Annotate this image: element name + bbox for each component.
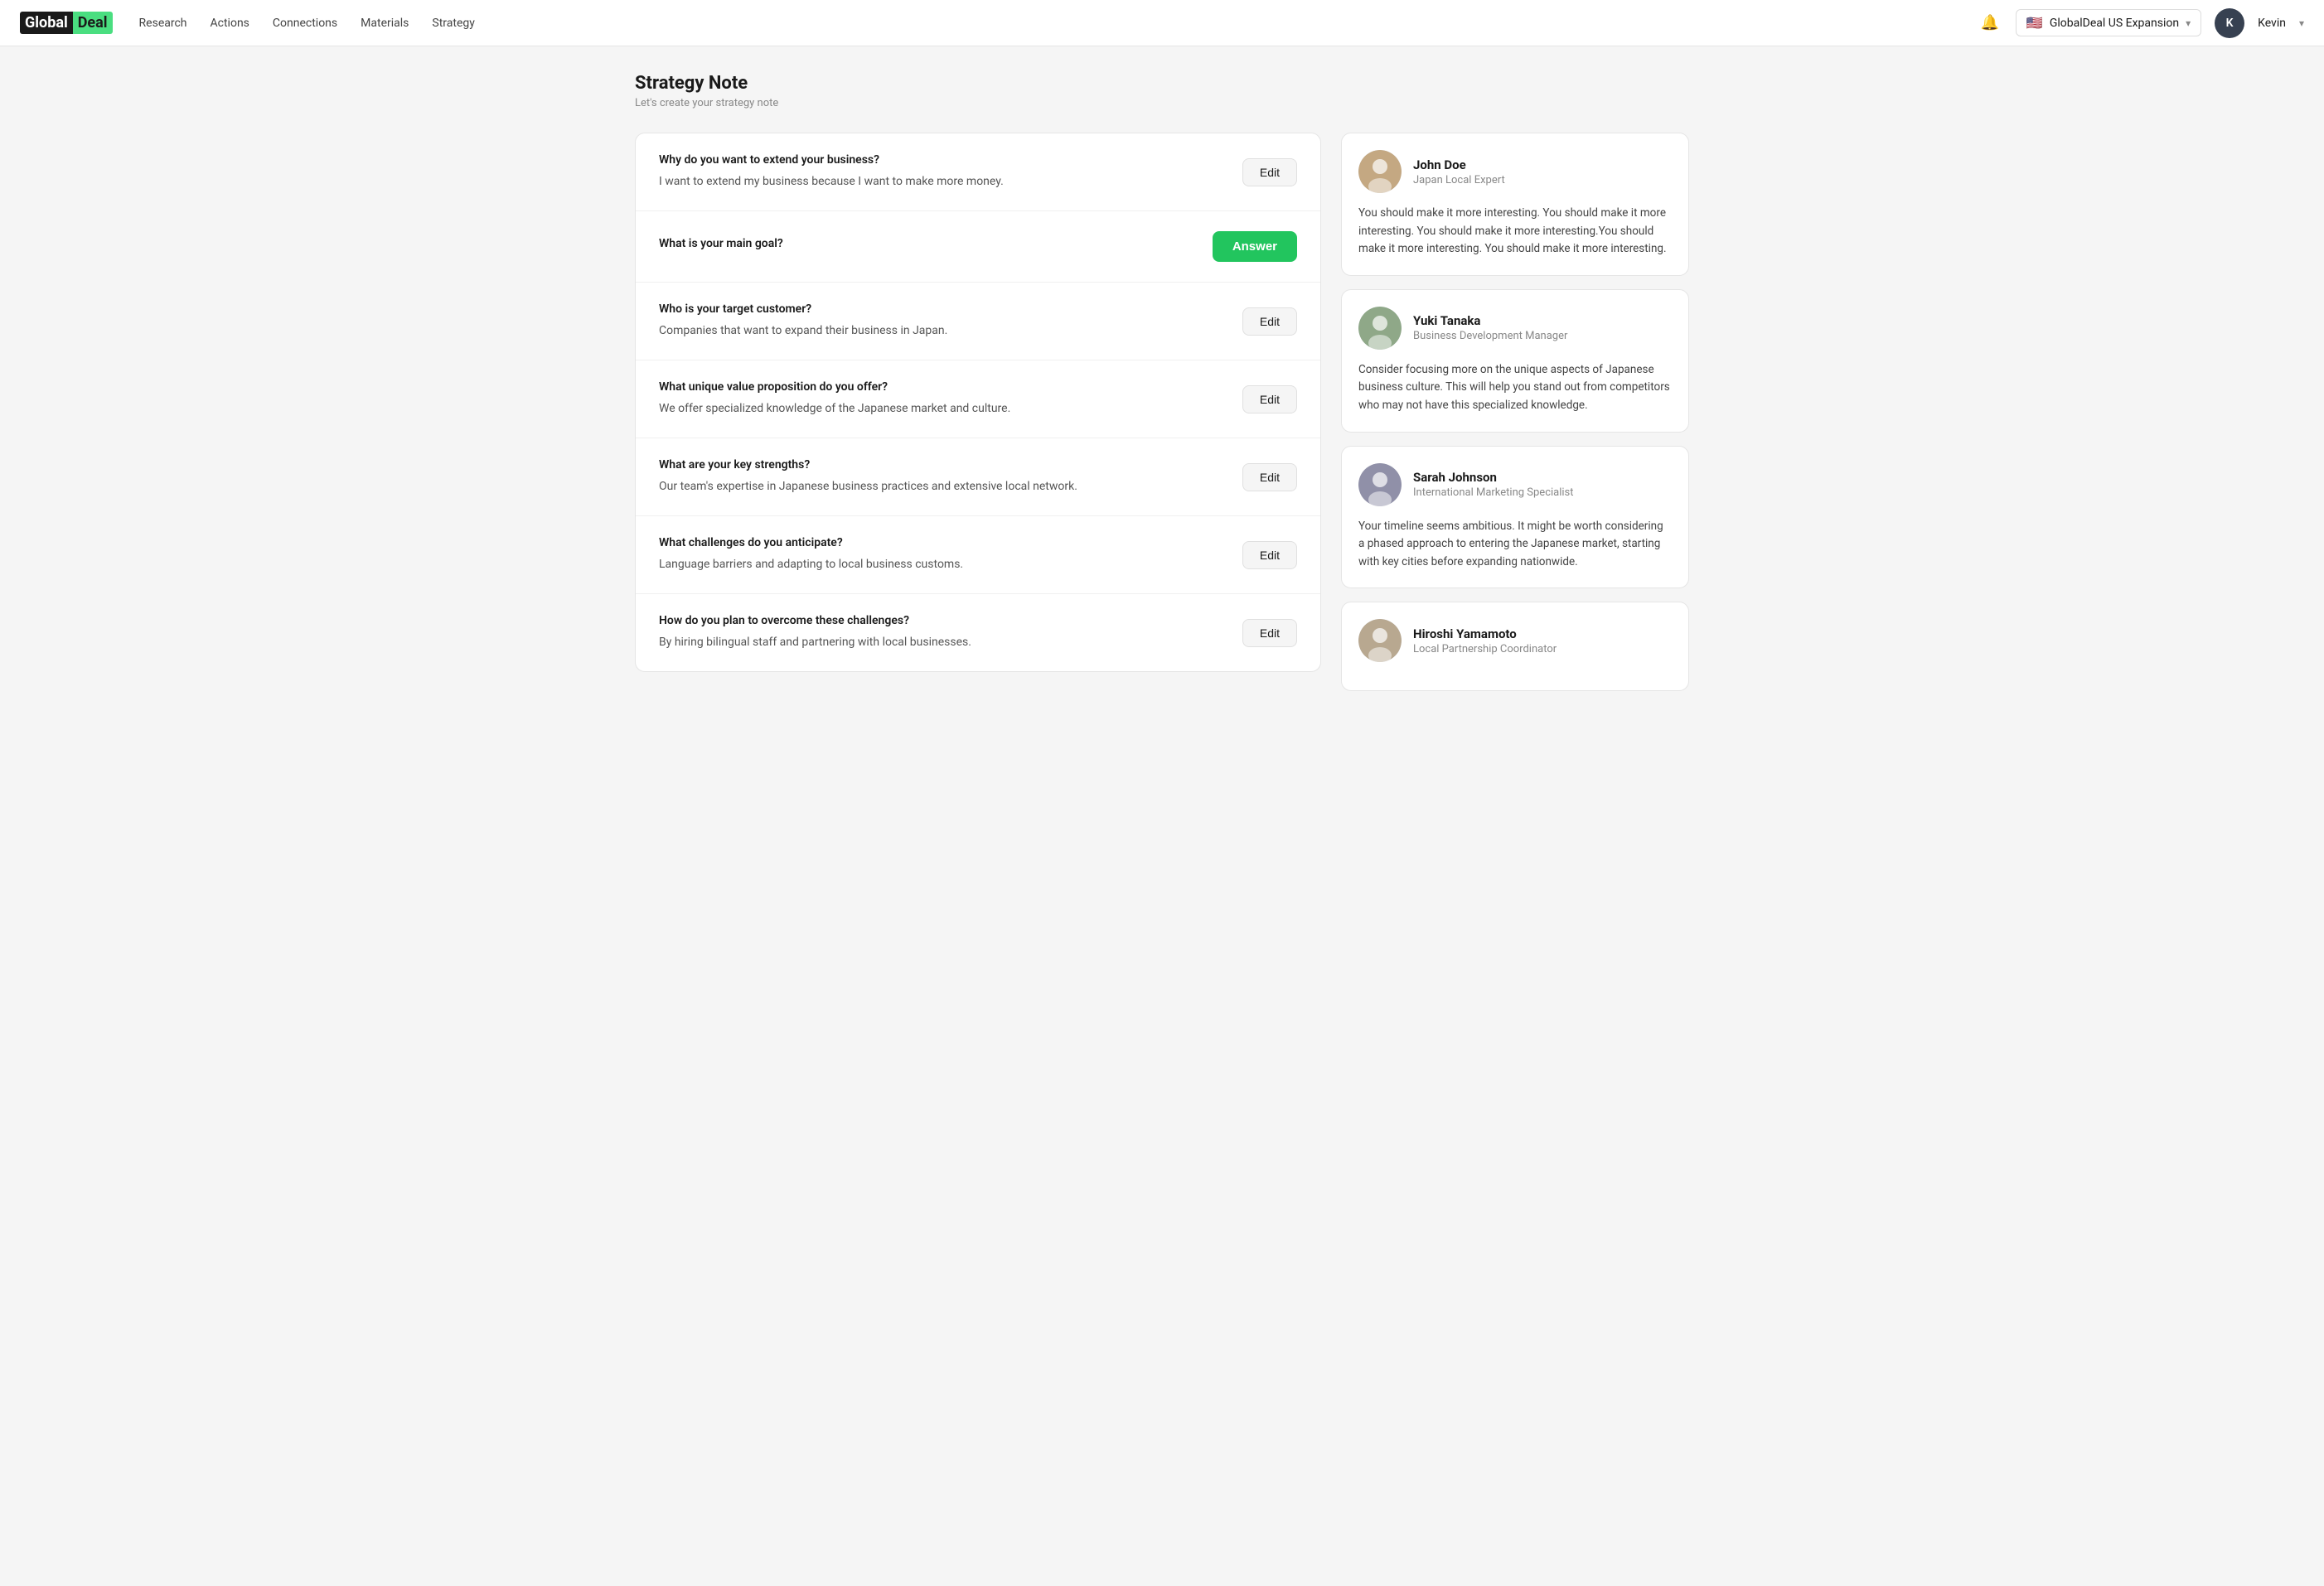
user-avatar[interactable]: K — [2215, 8, 2244, 38]
logo[interactable]: GlobalDeal — [20, 12, 113, 34]
advisor-role-a1: Japan Local Expert — [1413, 174, 1505, 186]
nav-link-strategy[interactable]: Strategy — [432, 17, 474, 30]
nav-link-actions[interactable]: Actions — [211, 17, 249, 30]
page-subtitle: Let's create your strategy note — [635, 97, 1689, 109]
question-answer-q4: We offer specialized knowledge of the Ja… — [659, 400, 1229, 418]
page-title: Strategy Note — [635, 73, 1689, 94]
question-answer-q3: Companies that want to expand their busi… — [659, 322, 1229, 340]
advisor-card-a4: Hiroshi Yamamoto Local Partnership Coordi… — [1341, 602, 1689, 691]
question-item-q6: What challenges do you anticipate? Langua… — [636, 516, 1320, 594]
advisor-info-a1: John Doe Japan Local Expert — [1413, 157, 1505, 186]
question-content-q2: What is your main goal? — [659, 237, 1199, 257]
logo-deal: Deal — [73, 12, 113, 34]
question-edit-button-q5[interactable]: Edit — [1242, 463, 1297, 491]
question-label-q4: What unique value proposition do you off… — [659, 380, 1229, 394]
nav-link-research[interactable]: Research — [139, 17, 187, 30]
question-edit-button-q1[interactable]: Edit — [1242, 158, 1297, 186]
advisor-name-a1: John Doe — [1413, 157, 1505, 172]
question-answer-q6: Language barriers and adapting to local … — [659, 556, 1229, 573]
advisor-card-a3: Sarah JohnsonInternational Marketing Spe… — [1341, 446, 1689, 589]
nav-link-materials[interactable]: Materials — [361, 17, 409, 30]
advisor-name-a4: Hiroshi Yamamoto — [1413, 626, 1557, 641]
advisor-card-a1: John Doe Japan Local Expert You should mak… — [1341, 133, 1689, 276]
question-item-q5: What are your key strengths? Our team's e… — [636, 438, 1320, 516]
notification-bell-button[interactable]: 🔔 — [1978, 11, 2002, 35]
workspace-selector[interactable]: 🇺🇸 GlobalDeal US Expansion ▾ — [2016, 9, 2201, 36]
advisor-info-a3: Sarah JohnsonInternational Marketing Spe… — [1413, 470, 1574, 499]
advisors-panel: John Doe Japan Local Expert You should mak… — [1341, 133, 1689, 691]
advisor-avatar-a2 — [1358, 307, 1402, 350]
advisor-avatar-a3 — [1358, 463, 1402, 506]
advisor-role-a2: Business Development Manager — [1413, 330, 1567, 342]
question-edit-button-q6[interactable]: Edit — [1242, 541, 1297, 569]
workspace-chevron-icon: ▾ — [2186, 17, 2191, 29]
advisor-header-a3: Sarah JohnsonInternational Marketing Spe… — [1358, 463, 1672, 506]
question-label-q3: Who is your target customer? — [659, 302, 1229, 316]
navbar: GlobalDeal Research Actions Connections Mat… — [0, 0, 2324, 46]
question-answer-q5: Our team's expertise in Japanese busines… — [659, 478, 1229, 496]
question-edit-button-q4[interactable]: Edit — [1242, 385, 1297, 413]
question-label-q5: What are your key strengths? — [659, 458, 1229, 471]
advisor-name-a3: Sarah Johnson — [1413, 470, 1574, 485]
questions-panel: Why do you want to extend your business?… — [635, 133, 1321, 672]
question-edit-button-q3[interactable]: Edit — [1242, 307, 1297, 336]
question-item-q4: What unique value proposition do you off… — [636, 360, 1320, 438]
advisor-name-a2: Yuki Tanaka — [1413, 313, 1567, 328]
advisor-role-a3: International Marketing Specialist — [1413, 486, 1574, 499]
question-content-q6: What challenges do you anticipate? Langua… — [659, 536, 1229, 573]
user-name[interactable]: Kevin — [2258, 17, 2286, 30]
question-label-q6: What challenges do you anticipate? — [659, 536, 1229, 549]
advisor-comment-a3: Your timeline seems ambitious. It might … — [1358, 518, 1672, 572]
nav-right: 🔔 🇺🇸 GlobalDeal US Expansion ▾ K Kevin ▾ — [1978, 8, 2305, 38]
advisor-comment-a2: Consider focusing more on the unique asp… — [1358, 361, 1672, 415]
question-label-q1: Why do you want to extend your business? — [659, 153, 1229, 167]
question-answer-q1: I want to extend my business because I w… — [659, 173, 1229, 191]
question-answer-button-q2[interactable]: Answer — [1213, 231, 1297, 262]
advisor-header-a1: John Doe Japan Local Expert — [1358, 150, 1672, 193]
workspace-name: GlobalDeal US Expansion — [2050, 17, 2179, 30]
advisor-card-a2: Yuki Tanaka Business Development Manager C… — [1341, 289, 1689, 433]
question-content-q3: Who is your target customer? Companies th… — [659, 302, 1229, 340]
question-item-q3: Who is your target customer? Companies th… — [636, 283, 1320, 360]
question-content-q4: What unique value proposition do you off… — [659, 380, 1229, 418]
question-item-q7: How do you plan to overcome these challe… — [636, 594, 1320, 671]
advisor-info-a2: Yuki Tanaka Business Development Manager — [1413, 313, 1567, 342]
question-label-q2: What is your main goal? — [659, 237, 1199, 250]
question-edit-button-q7[interactable]: Edit — [1242, 619, 1297, 647]
advisor-header-a4: Hiroshi Yamamoto Local Partnership Coordi… — [1358, 619, 1672, 662]
question-answer-q7: By hiring bilingual staff and partnering… — [659, 634, 1229, 651]
content-layout: Why do you want to extend your business?… — [635, 133, 1689, 691]
nav-links: Research Actions Connections Materials Strat… — [139, 17, 1951, 30]
workspace-flag: 🇺🇸 — [2026, 15, 2043, 31]
page: Strategy Note Let's create your strategy… — [615, 46, 1709, 718]
advisor-avatar-a1 — [1358, 150, 1402, 193]
question-item-q1: Why do you want to extend your business?… — [636, 133, 1320, 211]
question-content-q1: Why do you want to extend your business?… — [659, 153, 1229, 191]
user-chevron-icon[interactable]: ▾ — [2299, 17, 2304, 29]
question-content-q7: How do you plan to overcome these challe… — [659, 614, 1229, 651]
advisor-comment-a1: You should make it more interesting. You… — [1358, 205, 1672, 259]
advisor-info-a4: Hiroshi Yamamoto Local Partnership Coordi… — [1413, 626, 1557, 655]
logo-global: Global — [20, 12, 73, 34]
advisor-header-a2: Yuki Tanaka Business Development Manager — [1358, 307, 1672, 350]
advisor-role-a4: Local Partnership Coordinator — [1413, 643, 1557, 655]
question-label-q7: How do you plan to overcome these challe… — [659, 614, 1229, 627]
nav-link-connections[interactable]: Connections — [273, 17, 337, 30]
advisor-avatar-a4 — [1358, 619, 1402, 662]
question-item-q2: What is your main goal? Answer — [636, 211, 1320, 283]
page-header: Strategy Note Let's create your strategy… — [635, 73, 1689, 109]
question-content-q5: What are your key strengths? Our team's e… — [659, 458, 1229, 496]
